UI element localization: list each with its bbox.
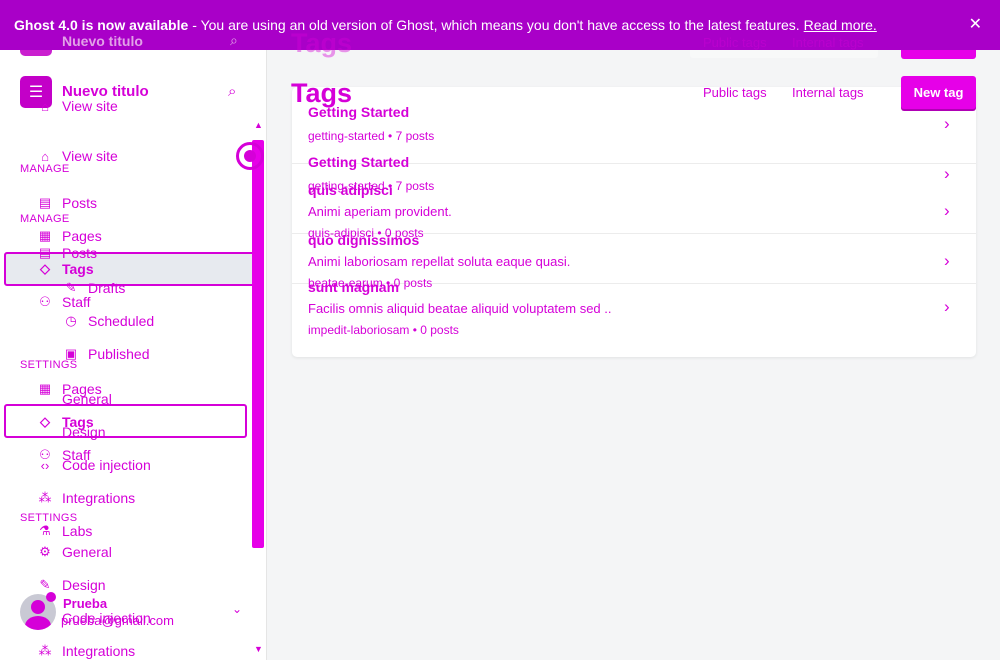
nav-general-ghost[interactable]: General [36, 391, 112, 407]
banner-title: Ghost 4.0 is now available [14, 17, 189, 33]
tags-list-card [292, 87, 976, 357]
tag-description: Animi aperiam provident. [308, 204, 452, 219]
cursor-target-icon [236, 142, 264, 170]
chevron-down-icon[interactable]: ⌄ [232, 602, 242, 616]
nav-label: Published [88, 346, 150, 362]
ghost-page-title: Tags [291, 28, 353, 58]
nav-label: Integrations [62, 643, 136, 659]
nav-labs[interactable]: ⚗ Labs [36, 523, 92, 539]
user-name[interactable]: Prueba [63, 596, 107, 611]
gear-icon: ⚙ [39, 544, 51, 559]
nav-integrations-2[interactable]: ⁂ Integrations [36, 643, 136, 659]
ghost-tab-internal: Internal tags [792, 35, 864, 50]
tab-public-tags[interactable]: Public tags [703, 85, 767, 100]
nav-label: Labs [62, 523, 93, 539]
nav-label: Tags [62, 261, 94, 277]
nav-integrations[interactable]: ⁂ Integrations [36, 490, 136, 506]
code-icon: ‹› [40, 457, 50, 473]
scroll-down-arrow-icon[interactable]: ▼ [254, 644, 263, 654]
nav-design-ghost[interactable]: Design [36, 424, 106, 440]
integrations-icon: ⁂ [38, 643, 52, 658]
home-icon: ⌂ [41, 148, 49, 164]
tag-meta: impedit-laboriosam • 0 posts [308, 323, 459, 337]
close-icon[interactable]: ✕ [969, 14, 982, 34]
nav-tags-active[interactable]: ◇ Tags [36, 261, 94, 277]
ghost-site-name: Nuevo titulo [62, 33, 143, 49]
document-icon: ▤ [38, 195, 52, 210]
pages-icon: ▦ [38, 228, 52, 243]
nav-label: Posts [62, 195, 98, 211]
status-dot [46, 592, 56, 602]
nav-posts[interactable]: ▤ Posts [36, 195, 97, 211]
ghost-search-icon: ⌕ [230, 32, 238, 48]
tag-description: Facilis omnis aliquid beatae aliquid vol… [308, 301, 612, 316]
clock-icon: ◷ [65, 313, 77, 328]
section-manage: MANAGE [20, 163, 70, 175]
banner-text: - You are using an old version of Ghost,… [192, 17, 800, 33]
nav-label: Posts [62, 245, 98, 261]
scroll-up-arrow-icon[interactable]: ▲ [254, 120, 263, 130]
nav-label: View site [62, 148, 118, 164]
nav-code-injection-ghost[interactable]: ‹› Code injection [36, 457, 151, 473]
nav-view-site-ghost[interactable]: ⌂ View site [36, 98, 118, 114]
nav-label: Integrations [62, 490, 136, 506]
chevron-right-icon[interactable]: › [944, 201, 950, 221]
search-icon[interactable]: ⌕ [228, 83, 236, 100]
nav-label: Scheduled [88, 313, 155, 329]
nav-label: View site [62, 98, 118, 114]
user-email: prueba@gmail.com [61, 613, 174, 628]
nav-label: Code injection [62, 457, 151, 473]
sidebar-scrollbar[interactable] [252, 140, 264, 548]
section-settings-ghost: SETTINGS [20, 359, 78, 371]
nav-scheduled[interactable]: ◷ Scheduled [62, 313, 154, 329]
staff-icon: ⚇ [39, 294, 51, 309]
banner-read-more-link[interactable]: Read more. [804, 17, 877, 33]
flask-icon: ⚗ [39, 523, 51, 538]
nav-label: Drafts [88, 280, 126, 296]
chevron-right-icon[interactable]: › [944, 251, 950, 271]
tag-name[interactable]: Getting Started [308, 154, 409, 170]
tag-name[interactable]: quis adipisci [308, 182, 393, 198]
chevron-right-icon[interactable]: › [944, 114, 950, 134]
chevron-right-icon[interactable]: › [944, 297, 950, 317]
tag-meta-ghost: getting-started • 7 posts [308, 129, 435, 143]
new-tag-button[interactable]: New tag [901, 76, 976, 109]
tag-name[interactable]: sunt magnam [308, 279, 399, 295]
nav-design[interactable]: ✎ Design [36, 577, 106, 593]
ghost-tab-public: Public tags [703, 35, 767, 50]
nav-label: Design [62, 577, 106, 593]
tab-internal-tags[interactable]: Internal tags [792, 85, 864, 100]
nav-label: General [62, 544, 112, 560]
tag-icon: ◇ [40, 261, 50, 276]
nav-posts-ghost[interactable]: ▤ Posts [36, 245, 97, 261]
document-icon: ▤ [38, 245, 52, 260]
home-icon: ⌂ [41, 98, 49, 114]
nav-label: Pages [62, 228, 102, 244]
tag-name-ghost[interactable]: Getting Started [308, 104, 409, 120]
nav-general[interactable]: ⚙ General [36, 544, 112, 560]
brush-icon: ✎ [39, 577, 51, 592]
nav-view-site[interactable]: ⌂ View site [36, 148, 118, 164]
nav-pages[interactable]: ▦ Pages [36, 228, 102, 244]
tag-name[interactable]: quo dignissimos [308, 232, 419, 248]
nav-label: Design [62, 424, 106, 440]
nav-label: General [62, 391, 112, 407]
chevron-right-icon[interactable]: › [944, 164, 950, 184]
section-manage-ghost: MANAGE [20, 213, 70, 225]
nav-label: Staff [62, 294, 91, 310]
tag-description: Animi laboriosam repellat soluta eaque q… [308, 254, 571, 269]
nav-staff-ghost[interactable]: ⚇ Staff [36, 294, 91, 310]
integrations-icon: ⁂ [38, 490, 52, 505]
